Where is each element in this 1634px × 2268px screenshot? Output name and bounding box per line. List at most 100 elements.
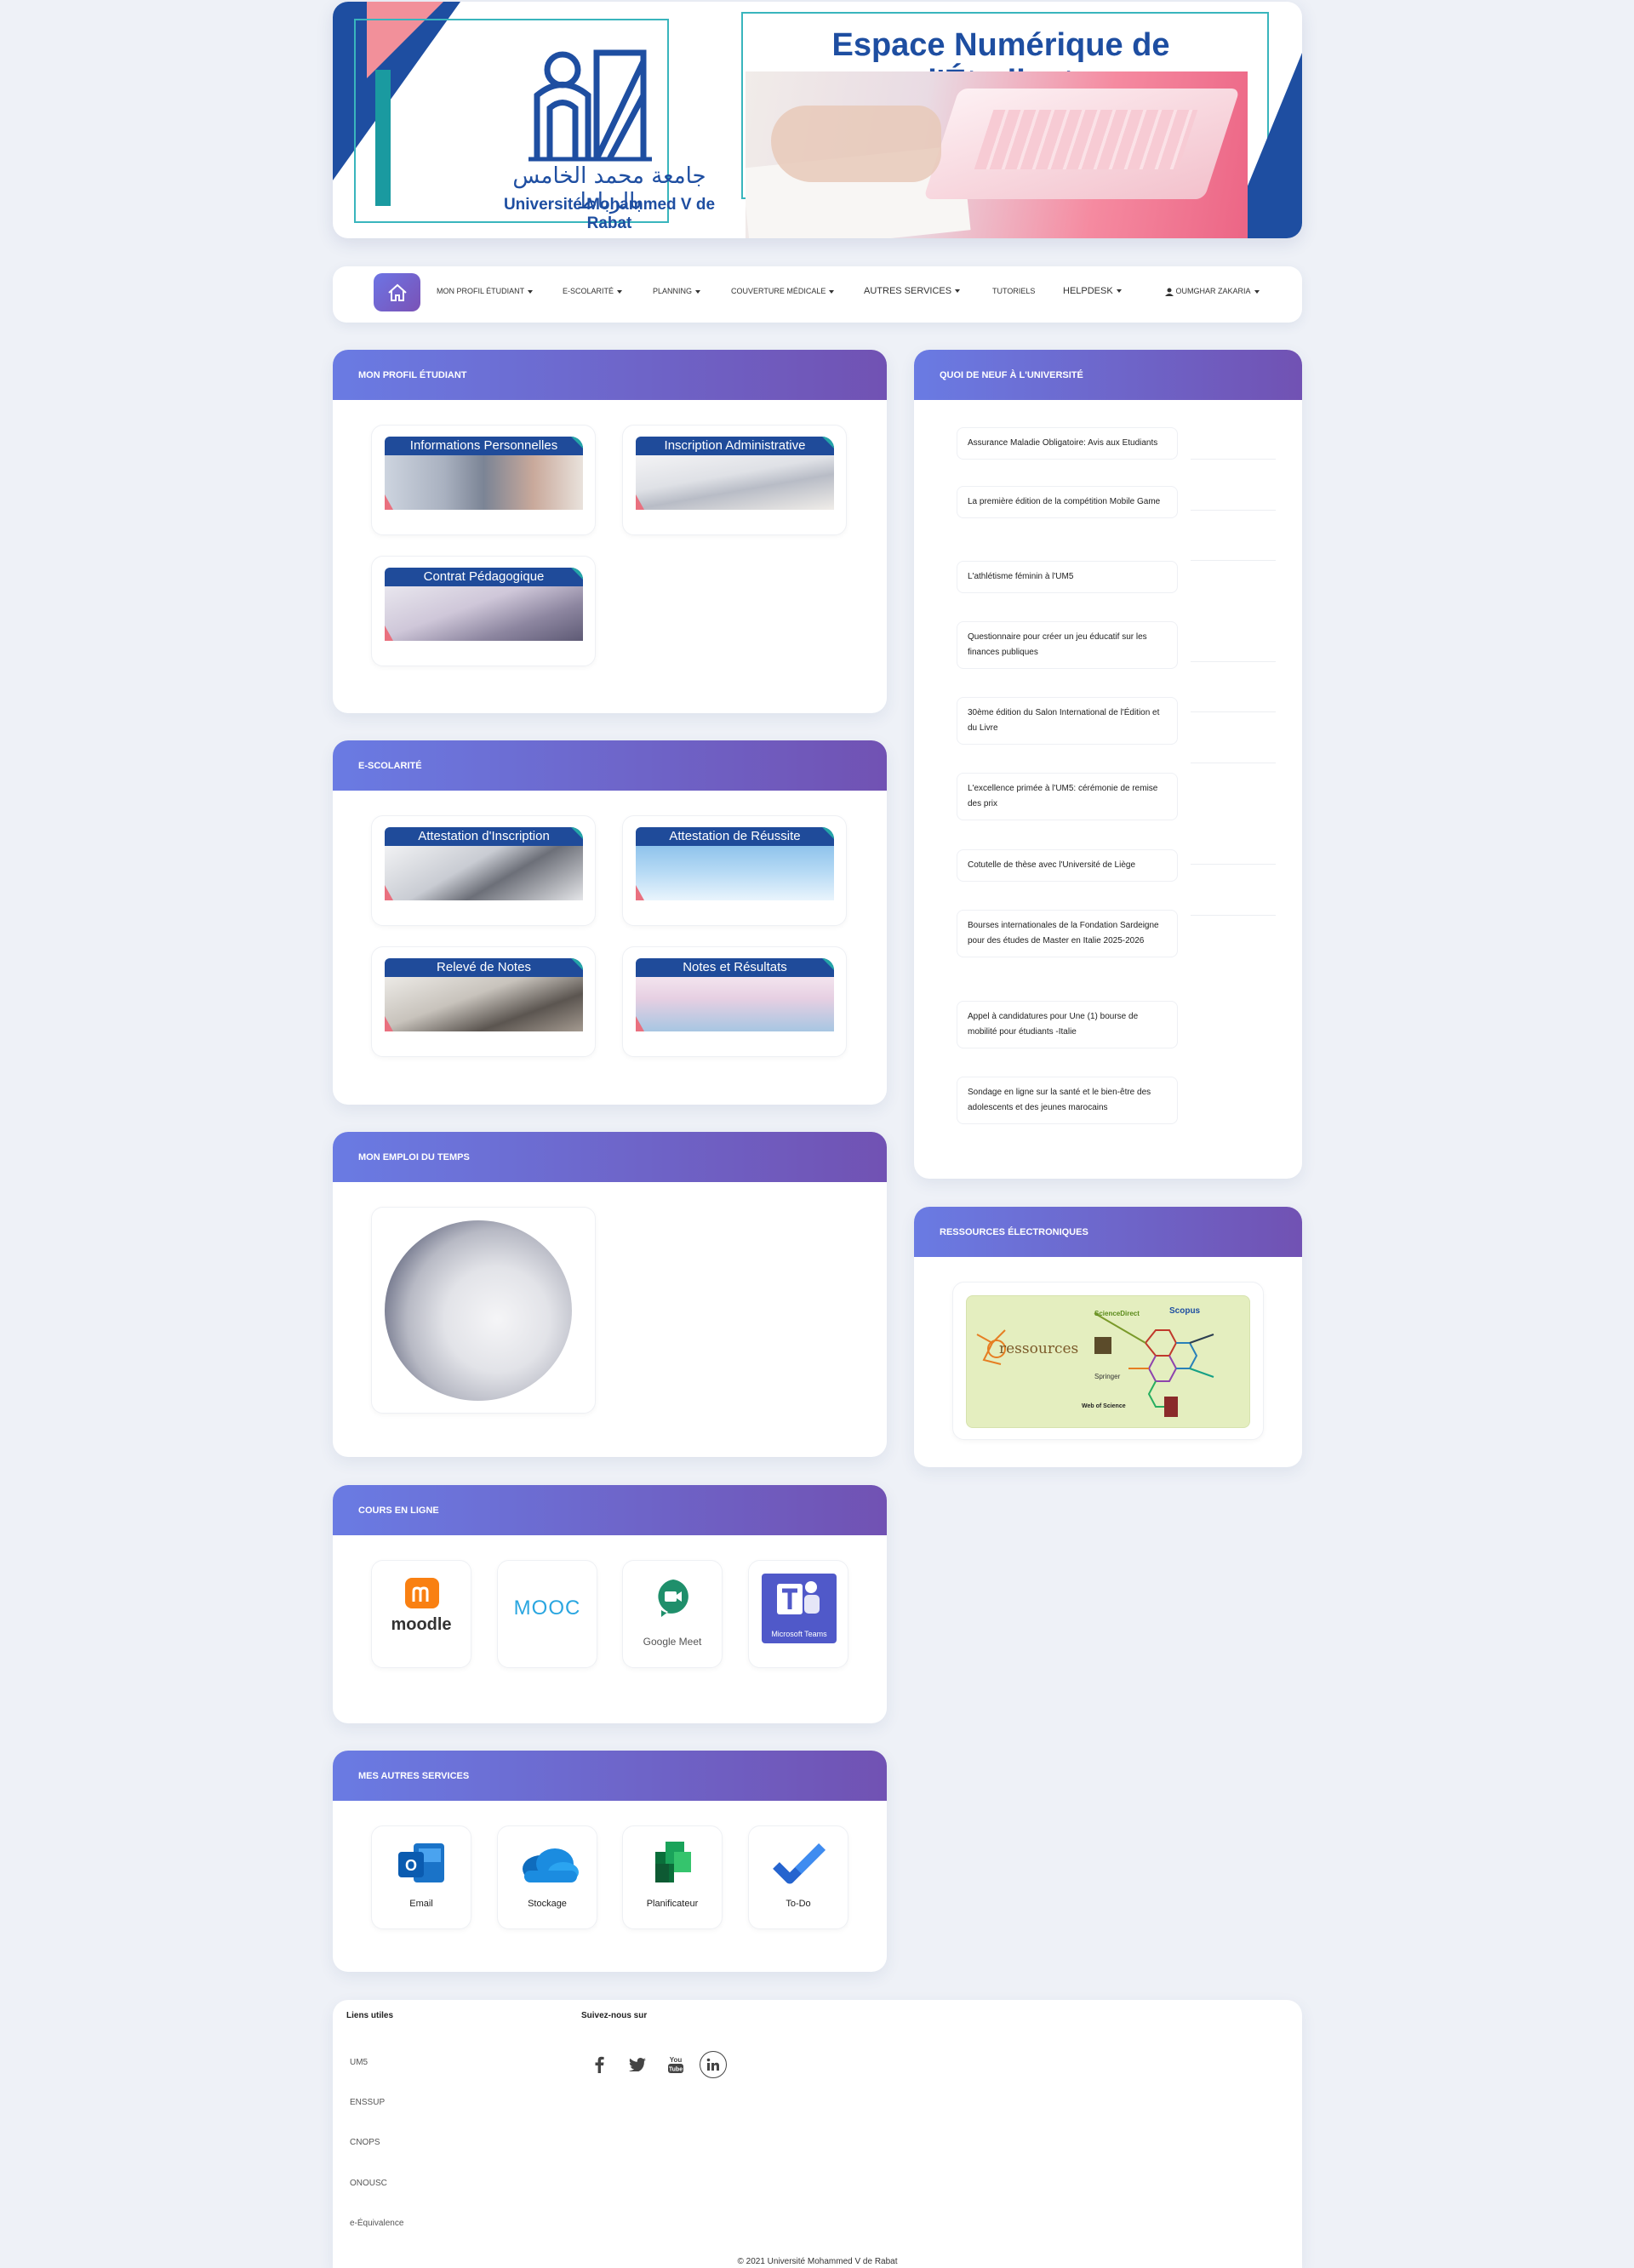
tile-caption: Notes et Résultats [636,958,834,977]
header-banner: جامعة محمد الخامس بالرباط Université Moh… [333,2,1302,238]
caret-down-icon [829,289,835,294]
tile-caption: Inscription Administrative [636,437,834,455]
caret-down-icon [955,289,961,294]
caret-down-icon [617,289,623,294]
footer-links-title: Liens utiles [346,2011,394,2020]
nav-autres-services[interactable]: AUTRES SERVICES [864,286,961,296]
nav-helpdesk[interactable]: HELPDESK [1063,286,1122,296]
footer-link-cnops[interactable]: CNOPS [350,2138,380,2147]
tile-emploi-du-temps[interactable] [371,1207,596,1414]
tile-informations-personnelles[interactable]: Informations Personnelles [371,425,596,535]
card-title: MON PROFIL ÉTUDIANT [333,350,887,400]
youtube-icon[interactable]: You Tube [662,2051,689,2078]
footer-link-e-equivalence[interactable]: e-Équivalence [350,2219,403,2228]
calendar-image [385,1220,572,1401]
news-item[interactable]: Appel à candidatures pour Une (1) bourse… [957,1001,1178,1048]
university-logo[interactable]: جامعة محمد الخامس بالرباط Université Moh… [482,36,737,232]
user-icon [1165,288,1174,296]
planner-icon [655,1842,691,1882]
card-e-scolarite: E-SCOLARITÉ Attestation d'Inscription At… [333,740,887,1105]
todo-icon [773,1843,826,1884]
mooc-label: MOOC [513,1597,581,1620]
footer: Liens utiles UM5 ENSSUP CNOPS ONOUSC e-É… [333,2000,1302,2268]
ressources-map-image: ressources ScienceDirect Scopus Springer… [966,1295,1250,1428]
home-button[interactable] [374,273,420,311]
resource-label: Springer [1094,1373,1121,1380]
main-navbar: MON PROFIL ÉTUDIANT E-SCOLARITÉ PLANNING… [333,266,1302,323]
tile-attestation-inscription[interactable]: Attestation d'Inscription [371,815,596,926]
tile-moodle[interactable]: moodle [371,1560,471,1668]
card-title: QUOI DE NEUF À L'UNIVERSITÉ [914,350,1302,400]
card-title: MON EMPLOI DU TEMPS [333,1132,887,1182]
caret-down-icon [1254,289,1260,294]
news-item[interactable]: Sondage en ligne sur la santé et le bien… [957,1077,1178,1124]
divider [1191,711,1276,712]
divider [1191,510,1276,511]
tile-contrat-pedagogique[interactable]: Contrat Pédagogique [371,556,596,666]
nav-user-menu[interactable]: OUMGHAR ZAKARIA [1165,287,1260,296]
card-title: RESSOURCES ÉLECTRONIQUES [914,1207,1302,1257]
google-meet-label: Google Meet [643,1636,702,1648]
todo-label: To-Do [786,1899,811,1909]
card-autres-services: MES AUTRES SERVICES O Email Stockage Pla… [333,1751,887,1972]
divider [1191,459,1276,460]
news-item[interactable]: Questionnaire pour créer un jeu éducatif… [957,621,1178,669]
banner-photo [746,71,1248,238]
nav-couverture-medicale[interactable]: COUVERTURE MÉDICALE [731,287,835,295]
card-profil: MON PROFIL ÉTUDIANT Informations Personn… [333,350,887,713]
news-item[interactable]: Cotutelle de thèse avec l'Université de … [957,849,1178,882]
card-title: MES AUTRES SERVICES [333,1751,887,1801]
resource-label: Scopus [1169,1306,1201,1316]
tile-mooc[interactable]: MOOC [497,1560,597,1668]
google-meet-icon [658,1580,688,1617]
nav-tutoriels[interactable]: TUTORIELS [992,287,1035,295]
caret-down-icon [528,289,534,294]
nav-e-scolarite[interactable]: E-SCOLARITÉ [563,287,623,295]
tile-releve-notes[interactable]: Relevé de Notes [371,946,596,1057]
card-news: QUOI DE NEUF À L'UNIVERSITÉ Assurance Ma… [914,350,1302,1179]
nav-label: MON PROFIL ÉTUDIANT [437,287,525,295]
tile-ressources-electroniques[interactable]: ressources ScienceDirect Scopus Springer… [952,1282,1264,1440]
tile-google-meet[interactable]: Google Meet [622,1560,723,1668]
tile-to-do[interactable]: To-Do [748,1825,848,1929]
facebook-icon[interactable] [586,2051,613,2078]
footer-link-onousc[interactable]: ONOUSC [350,2179,387,2188]
tile-notes-resultats[interactable]: Notes et Résultats [622,946,847,1057]
divider [1191,864,1276,865]
twitter-icon[interactable] [624,2051,651,2078]
caret-down-icon [1116,289,1122,294]
news-item[interactable]: L'excellence primée à l'UM5: cérémonie d… [957,773,1178,820]
card-cours-en-ligne: COURS EN LIGNE moodle MOOC Google Meet M… [333,1485,887,1723]
news-item[interactable]: L'athlétisme féminin à l'UM5 [957,561,1178,593]
tile-caption: Informations Personnelles [385,437,583,455]
microsoft-teams-label: Microsoft Teams [771,1630,827,1638]
stockage-label: Stockage [528,1899,567,1909]
footer-link-enssup[interactable]: ENSSUP [350,2098,385,2107]
tile-email[interactable]: O Email [371,1825,471,1929]
news-item[interactable]: La première édition de la compétition Mo… [957,486,1178,518]
nav-planning[interactable]: PLANNING [653,287,701,295]
microsoft-teams-icon: Microsoft Teams [762,1574,837,1643]
tile-stockage[interactable]: Stockage [497,1825,597,1929]
news-item[interactable]: Bourses internationales de la Fondation … [957,910,1178,957]
planificateur-label: Planificateur [646,1899,699,1909]
tile-planificateur[interactable]: Planificateur [622,1825,723,1929]
divider [1191,560,1276,561]
divider [1191,661,1276,662]
moodle-icon [405,1578,439,1608]
tile-microsoft-teams[interactable]: Microsoft Teams [748,1560,848,1668]
news-item[interactable]: 30ème édition du Salon International de … [957,697,1178,745]
caret-down-icon [695,289,701,294]
tile-attestation-reussite[interactable]: Attestation de Réussite [622,815,847,926]
university-emblem-icon [528,49,652,162]
svg-text:Tube: Tube [669,2067,683,2073]
teams-logo-icon [777,1581,820,1614]
tile-inscription-administrative[interactable]: Inscription Administrative [622,425,847,535]
nav-label: PLANNING [653,287,693,295]
footer-social-title: Suivez-nous sur [581,2011,648,2020]
news-item[interactable]: Assurance Maladie Obligatoire: Avis aux … [957,427,1178,460]
divider [1191,915,1276,916]
footer-link-um5[interactable]: UM5 [350,2058,368,2067]
nav-mon-profil[interactable]: MON PROFIL ÉTUDIANT [437,287,534,295]
linkedin-icon[interactable] [700,2051,727,2078]
